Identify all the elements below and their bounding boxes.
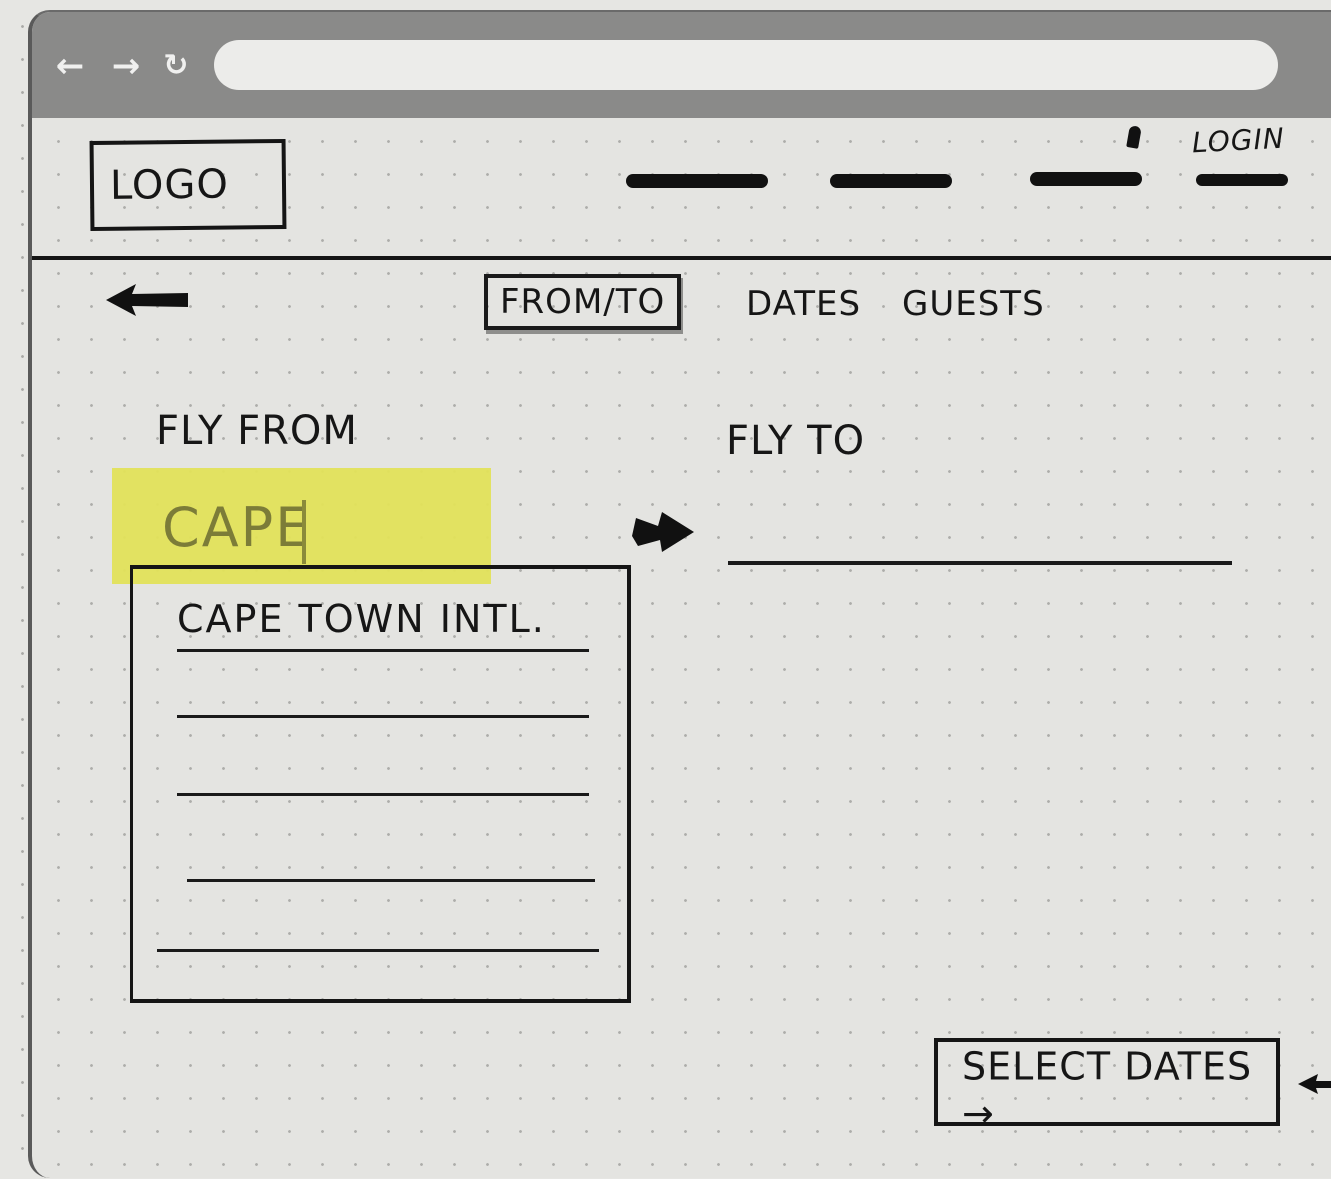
browser-back-icon[interactable]: ← — [50, 46, 90, 86]
browser-forward-icon[interactable]: → — [106, 46, 146, 86]
fly-from-label: FLY FROM — [156, 408, 358, 454]
header-divider — [32, 256, 1331, 260]
back-arrow-icon[interactable] — [102, 278, 192, 322]
browser-window: ← → ↻ LOGO LOGIN FROM/TO DATES GUESTS FL… — [28, 10, 1331, 1178]
nav-link-3[interactable] — [1030, 172, 1142, 186]
tab-from-to[interactable]: FROM/TO — [484, 274, 682, 330]
suggestion-item[interactable] — [177, 655, 589, 718]
tab-guests[interactable]: GUESTS — [902, 284, 1045, 324]
swap-arrow-icon[interactable] — [628, 506, 698, 560]
fly-to-label: FLY TO — [726, 418, 866, 464]
select-dates-button[interactable]: SELECT DATES → — [934, 1038, 1280, 1135]
tab-dates[interactable]: DATES — [746, 284, 861, 324]
login-link[interactable]: LOGIN — [1191, 122, 1285, 160]
suggestion-item[interactable] — [157, 889, 599, 952]
suggestion-item[interactable] — [187, 819, 595, 882]
nav-link-1[interactable] — [626, 174, 768, 188]
suggestion-item[interactable]: CAPE TOWN INTL. — [177, 589, 589, 652]
select-dates-label: SELECT DATES → — [962, 1044, 1253, 1136]
suggestion-item[interactable] — [177, 733, 589, 796]
nav-link-4[interactable] — [1196, 174, 1288, 186]
logo-label: LOGO — [109, 161, 230, 209]
fly-to-underline — [728, 561, 1232, 565]
pin-icon — [1126, 125, 1142, 149]
fly-from-input[interactable] — [162, 492, 482, 562]
reload-icon[interactable]: ↻ — [156, 46, 196, 86]
address-bar[interactable] — [214, 40, 1278, 90]
airport-suggestions-dropdown: CAPE TOWN INTL. — [130, 565, 631, 1003]
text-caret — [302, 500, 306, 564]
fly-to-input[interactable] — [728, 500, 1232, 558]
logo[interactable]: LOGO — [89, 138, 287, 232]
nav-link-2[interactable] — [830, 174, 952, 188]
pointer-arrow-icon — [1298, 1074, 1331, 1094]
browser-toolbar: ← → ↻ — [32, 12, 1331, 118]
